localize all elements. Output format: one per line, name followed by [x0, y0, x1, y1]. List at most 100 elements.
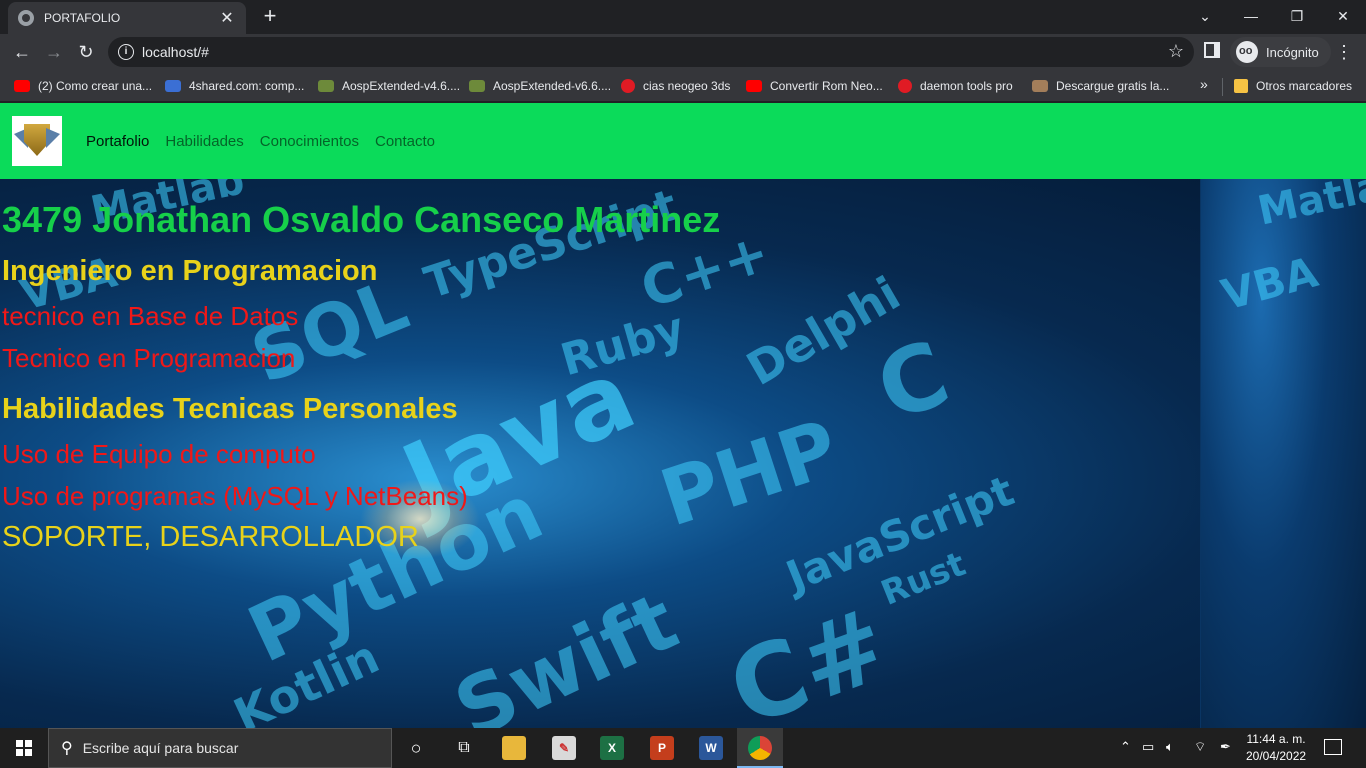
chrome-taskbar-active[interactable] — [737, 728, 783, 768]
bookmark-label: Convertir Rom Neo... — [770, 79, 883, 93]
battery-icon[interactable]: ▭ — [1142, 739, 1154, 755]
bg-word: VBA — [1216, 247, 1323, 320]
aospextended-icon — [469, 80, 485, 92]
bookmark-label: (2) Como crear una... — [38, 79, 153, 93]
minimize-button[interactable]: — — [1228, 0, 1274, 32]
logo-wing-right — [46, 128, 60, 148]
page-viewport: Portafolio Habilidades Conocimientos Con… — [0, 103, 1366, 728]
bookmark-label: AospExtended-v4.6.... — [342, 79, 461, 93]
nav-link-portafolio[interactable]: Portafolio — [86, 133, 149, 150]
bg-word: Matlab — [1253, 179, 1366, 235]
back-button[interactable]: ← — [8, 38, 36, 66]
search-placeholder: Escribe aquí para buscar — [82, 740, 239, 756]
bookmark-item[interactable]: Convertir Rom Neo... — [746, 77, 883, 95]
restore-button[interactable]: ❐ — [1274, 0, 1320, 32]
qualification-item: tecnico en Base de Datos — [2, 301, 299, 331]
more-bookmarks-button[interactable]: » — [1200, 76, 1208, 92]
side-panel-icon[interactable] — [1204, 42, 1220, 58]
paint-icon[interactable]: ✎ — [552, 736, 576, 760]
notifications-icon[interactable] — [1324, 739, 1342, 755]
browser-toolbar: ← → ↻ i localhost/# ☆ Incógnito ⋮ — [0, 34, 1366, 70]
hero-section: Matlab TypeScript VBA SQL C++ Ruby Delph… — [0, 179, 1366, 728]
bookmark-label: daemon tools pro — [920, 79, 1013, 93]
nav-link-conocimientos[interactable]: Conocimientos — [260, 133, 359, 150]
bookmark-item[interactable]: AospExtended-v4.6.... — [318, 77, 460, 95]
youtube-icon — [14, 80, 30, 92]
youtube-icon — [746, 80, 762, 92]
bookmark-item[interactable]: Descargue gratis la... — [1032, 77, 1169, 95]
site-navbar: Portafolio Habilidades Conocimientos Con… — [0, 103, 1366, 179]
skill-item: Uso de Equipo de computo — [2, 439, 316, 469]
file-explorer-icon[interactable] — [502, 736, 526, 760]
profile-role: Ingeniero en Programacion — [2, 255, 378, 287]
bookmark-item[interactable]: AospExtended-v6.6.... — [469, 77, 611, 95]
background-tile: Matlab VBA — [1200, 179, 1366, 728]
incognito-label: Incógnito — [1266, 44, 1319, 60]
qualification-item: Tecnico en Programacion — [2, 343, 296, 373]
incognito-icon — [1236, 41, 1258, 63]
bookmark-item[interactable]: daemon tools pro — [898, 77, 1013, 95]
other-bookmarks-label: Otros marcadores — [1256, 79, 1353, 93]
volume-icon[interactable]: 🔈︎ — [1166, 739, 1174, 755]
start-button[interactable] — [0, 728, 48, 768]
bookmark-star-icon[interactable]: ☆ — [1168, 41, 1184, 62]
close-window-button[interactable]: ✕ — [1320, 0, 1366, 32]
clock-time: 11:44 a. m. — [1246, 732, 1306, 746]
gmail-icon — [898, 79, 912, 93]
taskbar-search[interactable]: ⚲ Escribe aquí para buscar — [48, 728, 392, 768]
clock[interactable]: 11:44 a. m. 20/04/2022 — [1246, 731, 1306, 765]
globe-icon — [18, 10, 34, 26]
gmail-icon — [621, 79, 635, 93]
bookmark-item[interactable]: (2) Como crear una... — [14, 77, 152, 95]
powerpoint-icon[interactable]: P — [650, 736, 674, 760]
excel-icon[interactable]: X — [600, 736, 624, 760]
tab-title: PORTAFOLIO — [44, 11, 121, 25]
site-logo[interactable] — [12, 116, 62, 166]
bookmark-item[interactable]: cias neogeo 3ds — [621, 77, 730, 95]
bookmark-label: AospExtended-v6.6.... — [493, 79, 612, 93]
profile-name: 3479 Jonathan Osvaldo Canseco Martinez — [2, 199, 721, 240]
profile-icon — [1032, 80, 1048, 92]
task-view-icon[interactable]: ⧉ — [452, 736, 476, 760]
browser-tab[interactable]: PORTAFOLIO ✕ — [8, 2, 246, 34]
bg-word: PHP — [650, 403, 850, 545]
other-bookmarks-folder[interactable]: Otros marcadores — [1234, 77, 1352, 95]
clock-date: 20/04/2022 — [1246, 749, 1307, 763]
tab-search-icon[interactable]: ⌄ — [1182, 0, 1228, 32]
bookmark-label: Descargue gratis la... — [1056, 79, 1170, 93]
skills-heading: Habilidades Tecnicas Personales — [2, 393, 458, 425]
nav-link-contacto[interactable]: Contacto — [375, 133, 435, 150]
nav-link-habilidades[interactable]: Habilidades — [165, 133, 243, 150]
taskbar: ⚲ Escribe aquí para buscar ○ ⧉ ✎ X P W ⌃… — [0, 728, 1366, 768]
wifi-icon[interactable]: ⌔ — [1194, 739, 1206, 755]
url-text[interactable]: localhost/# — [142, 44, 209, 60]
bookmark-label: cias neogeo 3ds — [643, 79, 731, 93]
folder-icon — [1234, 79, 1248, 93]
tab-strip: PORTAFOLIO ✕ + ⌄ — ❐ ✕ — [0, 0, 1366, 34]
new-tab-button[interactable]: + — [258, 4, 282, 28]
forward-button[interactable]: → — [40, 38, 68, 66]
job-roles: SOPORTE, DESARROLLADOR — [2, 521, 419, 553]
4shared-icon — [165, 80, 181, 92]
bg-word: Swift — [441, 574, 691, 728]
reload-button[interactable]: ↻ — [72, 38, 100, 66]
tray-expand-icon[interactable]: ⌃ — [1120, 739, 1131, 755]
incognito-badge[interactable]: Incógnito — [1230, 37, 1331, 67]
bg-word: C# — [714, 585, 903, 728]
cortana-icon[interactable]: ○ — [404, 736, 428, 760]
close-tab-icon[interactable]: ✕ — [218, 8, 236, 28]
bookmarks-divider — [1222, 78, 1223, 96]
skill-item: Uso de programas (MySQL y NetBeans) — [2, 481, 468, 511]
bookmarks-bar: (2) Como crear una... 4shared.com: comp.… — [0, 70, 1366, 102]
word-icon[interactable]: W — [699, 736, 723, 760]
chrome-icon — [748, 736, 772, 760]
site-info-icon[interactable]: i — [118, 44, 134, 60]
search-icon: ⚲ — [61, 740, 73, 757]
windows-icon — [16, 740, 32, 756]
aospextended-icon — [318, 80, 334, 92]
bookmark-label: 4shared.com: comp... — [189, 79, 305, 93]
browser-menu-icon[interactable]: ⋮ — [1334, 38, 1354, 66]
pen-icon[interactable]: ✒︎ — [1220, 739, 1231, 755]
address-bar[interactable]: i localhost/# ☆ — [108, 37, 1194, 67]
bookmark-item[interactable]: 4shared.com: comp... — [165, 77, 304, 95]
